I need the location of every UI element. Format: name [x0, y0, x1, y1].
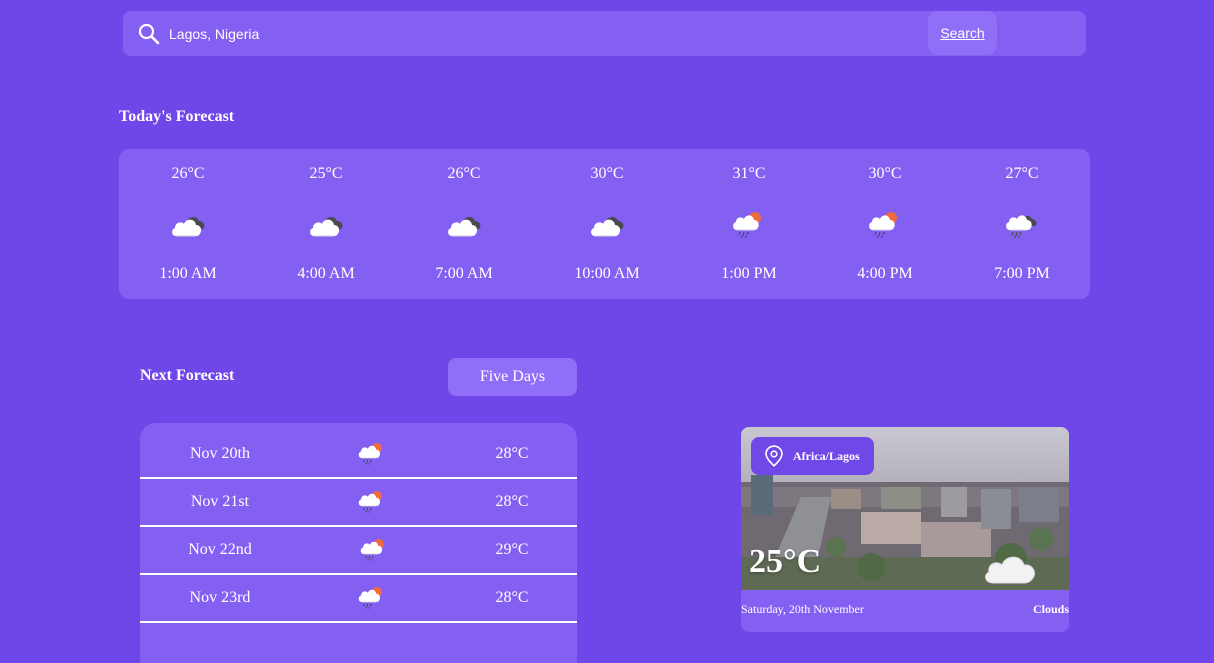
five-days-button[interactable]: Five Days — [448, 358, 577, 396]
hour-time: 7:00 PM — [994, 265, 1050, 282]
hour-item: 30°C 4:00 PM — [825, 149, 945, 299]
day-date: Nov 23rd — [189, 589, 251, 606]
hour-item: 31°C 1:00 PM — [689, 149, 809, 299]
location-pin-icon — [765, 445, 783, 467]
location-badge: Africa/Lagos — [751, 437, 874, 475]
day-date: Nov 21st — [190, 493, 250, 510]
hour-time: 4:00 PM — [857, 265, 913, 282]
search-input[interactable] — [169, 11, 889, 56]
hour-item: 26°C 1:00 AM — [128, 149, 248, 299]
hour-time: 1:00 PM — [721, 265, 777, 282]
daily-forecast-row: Nov 23rd 28°C — [140, 575, 577, 623]
hour-time: 1:00 AM — [159, 265, 217, 282]
current-date: Saturday, 20th November — [741, 602, 864, 616]
daily-forecast-row: Nov 20th 28°C — [140, 431, 577, 479]
hourly-forecast-panel: 26°C 1:00 AM 25°C 4:00 AM 26°C 7:00 AM 3… — [119, 149, 1090, 299]
hour-item: 25°C 4:00 AM — [266, 149, 386, 299]
daily-forecast-row: Nov 21st 28°C — [140, 479, 577, 527]
day-temp: 28°C — [495, 493, 529, 510]
search-icon[interactable] — [137, 22, 161, 46]
hour-temp: 26°C — [171, 165, 205, 182]
daily-forecast-row: Nov 22nd 29°C — [140, 527, 577, 575]
search-button[interactable]: Search — [928, 11, 997, 55]
sun-rain-icon — [358, 586, 383, 610]
hour-time: 10:00 AM — [574, 265, 640, 282]
hour-time: 7:00 AM — [435, 265, 493, 282]
daily-forecast-list: Nov 20th 28°C Nov 21st 28°C Nov 22nd 29°… — [140, 423, 577, 663]
cloudy-icon — [171, 216, 205, 237]
hour-temp: 30°C — [868, 165, 902, 182]
todays-forecast-title: Today's Forecast — [119, 108, 235, 125]
hour-temp: 30°C — [590, 165, 624, 182]
hour-item: 26°C 7:00 AM — [404, 149, 524, 299]
sun-rain-icon — [732, 211, 762, 239]
hour-temp: 27°C — [1005, 165, 1039, 182]
hour-temp: 26°C — [447, 165, 481, 182]
location-label: Africa/Lagos — [793, 449, 860, 463]
cloudy-icon — [447, 216, 481, 237]
weather-condition: Clouds — [1032, 602, 1069, 616]
search-bar: Search — [123, 11, 1086, 56]
cloud-rain-icon — [1005, 214, 1038, 239]
cloud-icon — [985, 556, 1036, 584]
sun-rain-icon — [358, 442, 383, 466]
hour-item: 30°C 10:00 AM — [547, 149, 667, 299]
hour-item: 27°C 7:00 PM — [962, 149, 1082, 299]
cloudy-icon — [309, 216, 343, 237]
current-temperature: 25°C — [749, 543, 822, 580]
day-temp: 29°C — [495, 541, 529, 558]
hour-temp: 31°C — [732, 165, 766, 182]
day-date: Nov 20th — [190, 445, 250, 462]
sun-rain-icon — [358, 490, 383, 514]
sun-rain-icon — [360, 538, 385, 562]
day-temp: 28°C — [495, 589, 529, 606]
cloudy-icon — [590, 216, 624, 237]
hour-time: 4:00 AM — [297, 265, 355, 282]
city-weather-card: Africa/Lagos 25°C Saturday, 20th Novembe… — [741, 427, 1069, 632]
day-date: Nov 22nd — [188, 541, 252, 558]
sun-rain-icon — [868, 211, 898, 239]
hour-temp: 25°C — [309, 165, 343, 182]
next-forecast-title: Next Forecast — [140, 367, 235, 384]
day-temp: 28°C — [495, 445, 529, 462]
